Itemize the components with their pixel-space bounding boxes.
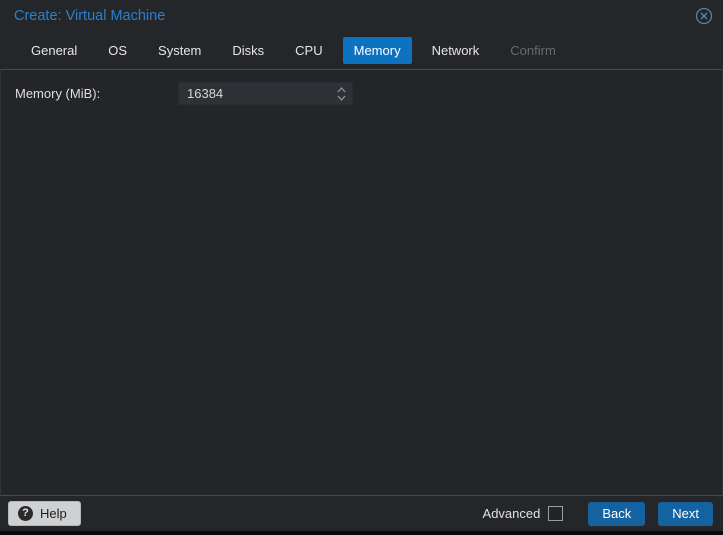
help-button-label: Help [40,506,67,521]
memory-spinner-buttons[interactable] [330,83,352,104]
memory-field-row: Memory (MiB): [15,82,708,105]
help-button[interactable]: ? Help [8,501,81,526]
create-vm-dialog: Create: Virtual Machine General OS Syste… [0,0,723,535]
dialog-title: Create: Virtual Machine [14,8,166,24]
memory-spinner-field [178,82,353,105]
next-button[interactable]: Next [658,501,713,526]
wizard-tabbar: General OS System Disks CPU Memory Netwo… [0,32,723,69]
window-bottom-edge [0,531,723,535]
footer-actions: Advanced Back Next [482,501,713,526]
memory-input[interactable] [179,86,330,101]
tab-disks[interactable]: Disks [221,37,275,64]
memory-field-label: Memory (MiB): [15,86,101,101]
memory-tab-panel: Memory (MiB): [0,69,723,496]
tab-os[interactable]: OS [97,37,138,64]
tab-memory[interactable]: Memory [342,37,412,64]
tab-cpu[interactable]: CPU [284,37,333,64]
back-button[interactable]: Back [588,501,646,526]
tab-network[interactable]: Network [421,37,491,64]
advanced-label: Advanced [482,506,541,521]
close-icon[interactable] [695,7,713,25]
tab-general[interactable]: General [20,37,88,64]
dialog-footer: ? Help Advanced Back Next [0,496,723,531]
dialog-titlebar: Create: Virtual Machine [0,0,723,32]
help-icon: ? [18,506,33,521]
spinner-up-icon [337,86,345,92]
spinner-down-icon [337,95,345,101]
tab-system[interactable]: System [147,37,212,64]
advanced-checkbox[interactable] [548,506,564,521]
tab-confirm: Confirm [510,43,556,58]
